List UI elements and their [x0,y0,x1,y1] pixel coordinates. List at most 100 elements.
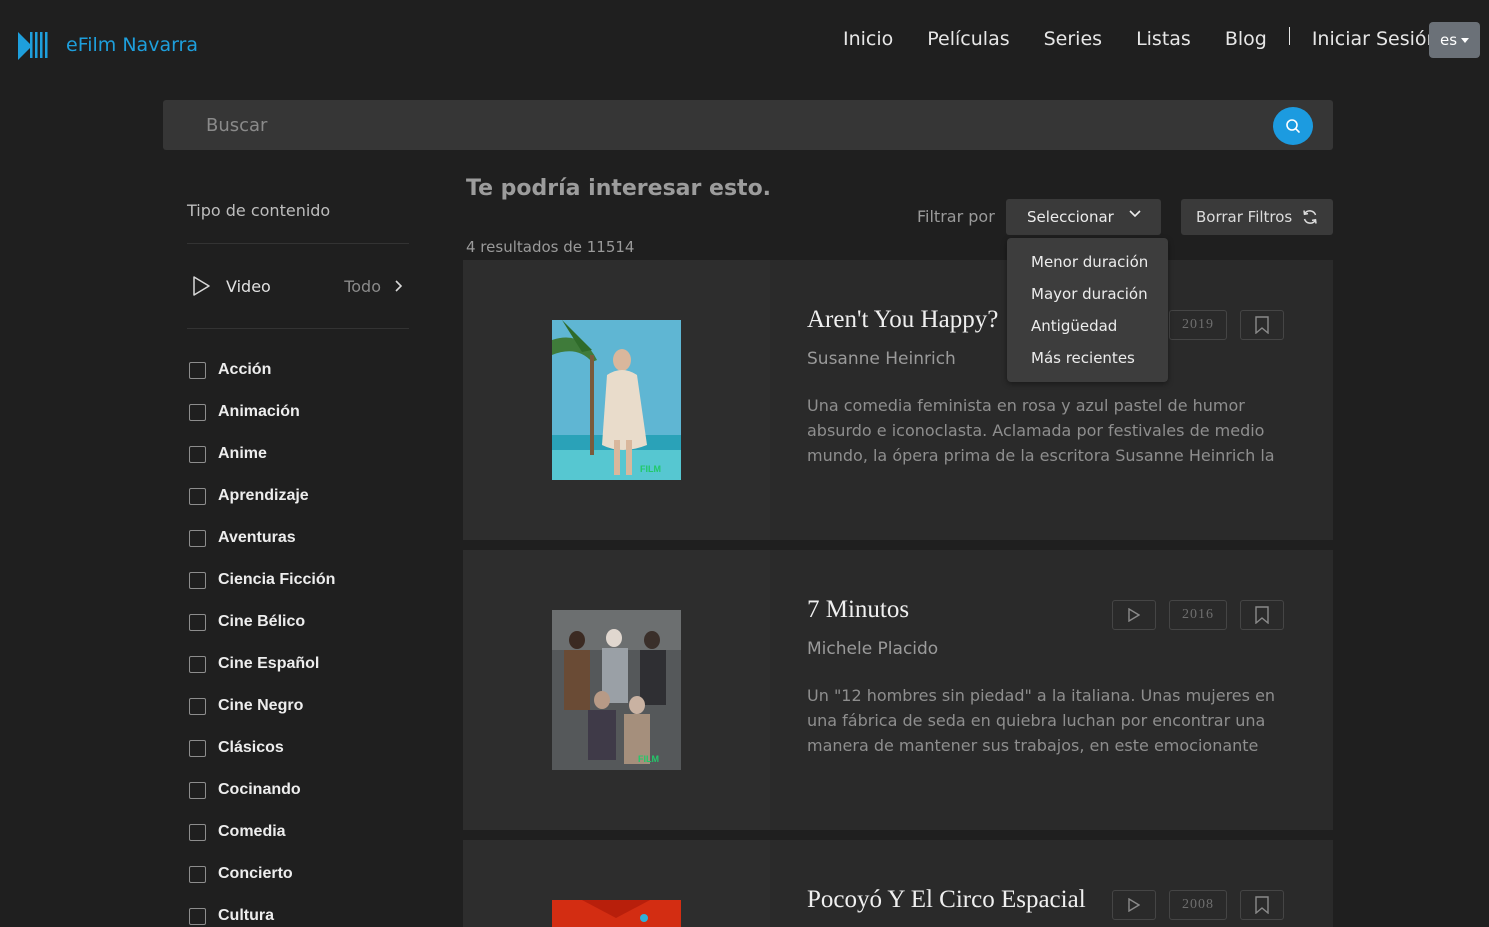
genre-checkbox-cine-espanol[interactable]: Cine Español [187,643,409,685]
content-type-heading: Tipo de contenido [187,201,331,220]
checkbox-icon[interactable] [189,403,206,421]
bookmark-button[interactable] [1240,890,1284,920]
movie-poster[interactable]: FILM [552,320,681,480]
nav-blog[interactable]: Blog [1225,28,1267,50]
nav-listas[interactable]: Listas [1136,28,1191,50]
play-icon [1128,608,1140,622]
movie-director: Michele Placido [807,639,939,659]
filter-sidebar: Tipo de contenido Video Todo Acción Anim… [187,190,409,927]
movie-title[interactable]: Pocoyó Y El Circo Espacial [807,886,1086,914]
sort-option-mayor-duracion[interactable]: Mayor duración [1007,282,1168,314]
search-input[interactable] [163,100,1263,150]
genre-label: Aventuras [218,529,296,546]
genre-checkbox-cocinando[interactable]: Cocinando [187,769,409,811]
checkbox-icon[interactable] [189,697,206,715]
genre-checkbox-cultura[interactable]: Cultura [187,895,409,927]
movie-title[interactable]: Aren't You Happy? [807,306,998,334]
sort-dropdown-menu: Menor duración Mayor duración Antigüedad… [1007,238,1168,382]
search-button[interactable] [1273,107,1313,145]
movie-poster[interactable] [552,900,681,927]
genre-checkbox-clasicos[interactable]: Clásicos [187,727,409,769]
year-badge: 2019 [1169,310,1227,340]
genre-label: Concierto [218,865,293,882]
page-title: Te podría interesar esto. [466,176,772,201]
year-badge: 2008 [1169,890,1227,920]
results-count: 4 resultados de 11514 [466,238,635,256]
brand-link[interactable]: eFilm Navarra [18,30,198,60]
genre-label: Anime [218,445,267,462]
clear-filters-button[interactable]: Borrar Filtros [1181,199,1333,235]
genre-checkbox-ciencia-ficcion[interactable]: Ciencia Ficción [187,559,409,601]
nav-inicio[interactable]: Inicio [843,28,893,50]
movie-poster[interactable]: FILM [552,610,681,770]
genre-list: Acción Animación Anime Aprendizaje Avent… [187,349,409,927]
nav-series[interactable]: Series [1044,28,1102,50]
language-dropdown-button[interactable]: es [1429,22,1480,58]
sort-option-antiguedad[interactable]: Antigüedad [1007,314,1168,346]
genre-checkbox-concierto[interactable]: Concierto [187,853,409,895]
movie-description: Un "12 hombres sin piedad" a la italiana… [807,686,1276,763]
filter-label: Filtrar por [917,207,995,226]
brand-logo-icon [18,32,48,60]
checkbox-icon[interactable] [189,529,206,547]
main-nav: Inicio Películas Series Listas Blog Inic… [843,27,1473,50]
chevron-right-icon [395,280,403,292]
checkbox-icon[interactable] [189,445,206,463]
nav-separator [1288,27,1290,45]
movie-card[interactable]: FILM 7 Minutos Michele Placido Un "12 ho… [463,550,1333,830]
checkbox-icon[interactable] [189,613,206,631]
movie-card[interactable]: Pocoyó Y El Circo Espacial 2008 [463,840,1333,927]
bookmark-button[interactable] [1240,310,1284,340]
checkbox-icon[interactable] [189,655,206,673]
movie-title[interactable]: 7 Minutos [807,596,909,624]
play-icon [1128,898,1140,912]
checkbox-icon[interactable] [189,907,206,925]
sort-option-mas-recientes[interactable]: Más recientes [1007,346,1168,378]
checkbox-icon[interactable] [189,487,206,505]
genre-label: Ciencia Ficción [218,571,336,588]
genre-checkbox-comedia[interactable]: Comedia [187,811,409,853]
play-button[interactable] [1112,600,1156,630]
genre-checkbox-cine-belico[interactable]: Cine Bélico [187,601,409,643]
genre-checkbox-accion[interactable]: Acción [187,349,409,391]
poster-badge: FILM [638,754,659,764]
search-icon [1286,119,1300,133]
play-icon [193,276,210,296]
genre-checkbox-aprendizaje[interactable]: Aprendizaje [187,475,409,517]
nav-login[interactable]: Iniciar Sesión [1312,28,1439,50]
top-header: eFilm Navarra Inicio Películas Series Li… [0,0,1489,88]
genre-checkbox-aventuras[interactable]: Aventuras [187,517,409,559]
checkbox-icon[interactable] [189,739,206,757]
movie-director: Susanne Heinrich [807,349,956,369]
nav-peliculas[interactable]: Películas [927,28,1009,50]
chevron-down-icon [1129,210,1141,218]
checkbox-icon[interactable] [189,361,206,379]
caret-down-icon [1461,37,1470,43]
video-filter-row[interactable]: Video Todo [187,244,409,328]
video-filter-value: Todo [344,276,381,296]
sort-select[interactable]: Seleccionar [1006,199,1161,235]
bookmark-button[interactable] [1240,600,1284,630]
checkbox-icon[interactable] [189,571,206,589]
genre-checkbox-anime[interactable]: Anime [187,433,409,475]
search-bar [163,100,1333,150]
play-button[interactable] [1112,890,1156,920]
genre-label: Cine Negro [218,697,304,714]
genre-label: Cine Bélico [218,613,306,630]
genre-checkbox-cine-negro[interactable]: Cine Negro [187,685,409,727]
poster-panel [463,840,770,927]
checkbox-icon[interactable] [189,865,206,883]
bookmark-icon [1255,896,1269,914]
genre-label: Aprendizaje [218,487,309,504]
refresh-icon [1303,210,1317,224]
movie-description: Una comedia feminista en rosa y azul pas… [807,396,1275,473]
clear-filters-label: Borrar Filtros [1196,208,1293,226]
divider [187,328,409,329]
checkbox-icon[interactable] [189,781,206,799]
sort-option-menor-duracion[interactable]: Menor duración [1007,250,1168,282]
movie-card[interactable]: FILM Aren't You Happy? Susanne Heinrich … [463,260,1333,540]
checkbox-icon[interactable] [189,823,206,841]
genre-checkbox-animacion[interactable]: Animación [187,391,409,433]
brand-name: eFilm Navarra [66,34,199,56]
genre-label: Cine Español [218,655,320,672]
